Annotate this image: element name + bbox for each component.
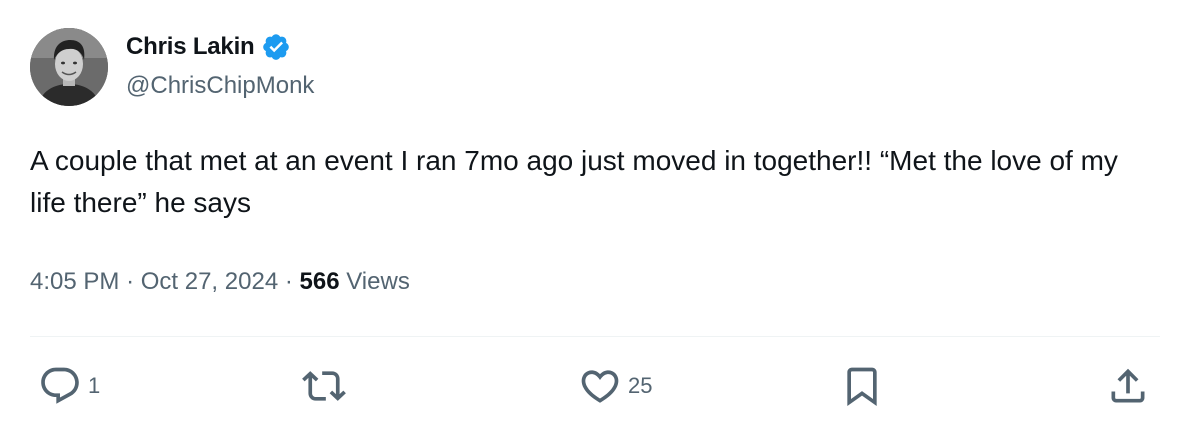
bookmark-icon [847, 367, 877, 407]
verified-badge-icon[interactable] [261, 32, 291, 62]
reply-button[interactable]: 1 [38, 362, 100, 410]
like-count: 25 [628, 373, 653, 398]
tweet-date[interactable]: Oct 27, 2024 [141, 268, 278, 295]
meta-separator: · [126, 268, 141, 295]
action-bar: 1 25 [0, 362, 1182, 410]
retweet-button[interactable] [302, 362, 346, 410]
views-label: Views [346, 268, 410, 295]
author-name-row: Chris Lakin [126, 31, 291, 63]
avatar-image [30, 28, 108, 106]
tweet-time[interactable]: 4:05 PM [30, 268, 119, 295]
divider [30, 336, 1160, 337]
views-count[interactable]: 566 [300, 268, 340, 295]
like-icon [581, 370, 619, 403]
avatar[interactable] [30, 28, 108, 106]
retweet-icon [302, 371, 346, 401]
share-icon [1111, 368, 1145, 403]
share-button[interactable] [1106, 362, 1150, 410]
bookmark-button[interactable] [840, 362, 884, 410]
tweet-text: A couple that met at an event I ran 7mo … [30, 145, 1118, 218]
like-button[interactable]: 25 [578, 362, 652, 410]
reply-icon [41, 367, 79, 404]
tweet-card: Chris Lakin @ChrisChipMonk A couple that… [0, 0, 1182, 426]
meta-separator: · [284, 268, 300, 295]
tweet-meta: 4:05 PM · Oct 27, 2024 · 566 Views [30, 268, 410, 296]
author-display-name[interactable]: Chris Lakin [126, 33, 255, 61]
reply-count: 1 [88, 373, 101, 398]
author-handle[interactable]: @ChrisChipMonk [126, 72, 314, 100]
